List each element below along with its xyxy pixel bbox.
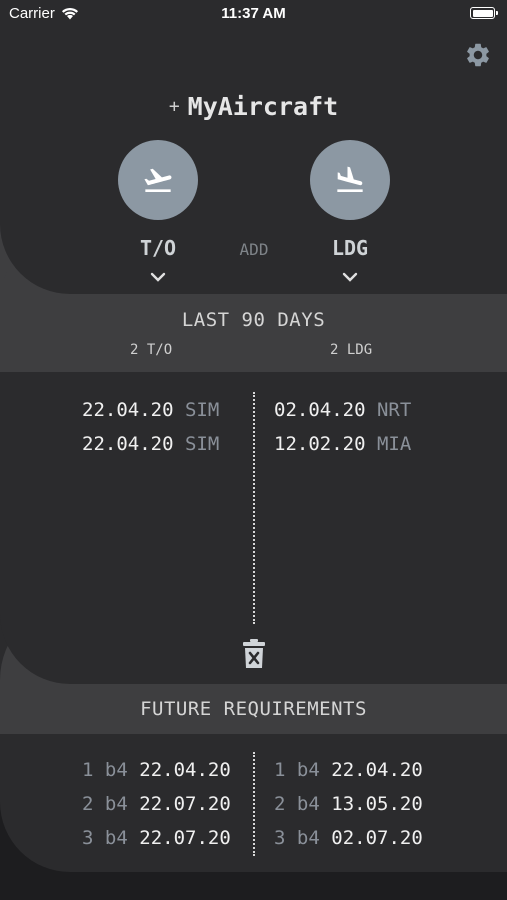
add-aircraft-icon[interactable]: + [169, 96, 180, 117]
req-index: 1 [274, 759, 286, 781]
takeoff-count: 2 T/O [130, 342, 173, 358]
list-item[interactable]: 22.04.20 SIM [82, 433, 219, 455]
req-before-label: b4 [296, 827, 320, 849]
landing-count: 2 LDG [330, 342, 373, 358]
last90-title: LAST 90 DAYS [181, 309, 326, 331]
req-index: 3 [82, 827, 94, 849]
table-row: 1 b4 22.04.20 [82, 759, 231, 781]
entry-date: 22.04.20 [82, 433, 174, 455]
takeoff-button[interactable] [118, 140, 198, 220]
aircraft-name: MyAircraft [187, 92, 339, 121]
req-before-label: b4 [104, 759, 128, 781]
req-index: 1 [82, 759, 94, 781]
flight-takeoff-icon [144, 168, 172, 192]
req-before-label: b4 [296, 793, 320, 815]
entry-tag: MIA [376, 433, 412, 455]
clock: 11:37 AM [221, 5, 286, 22]
entry-date: 22.04.20 [82, 399, 174, 421]
trash-icon[interactable] [242, 638, 266, 670]
req-date: 22.04.20 [331, 759, 423, 781]
entry-tag: NRT [376, 399, 412, 421]
landing-label[interactable]: LDG [310, 236, 390, 260]
landing-button[interactable] [310, 140, 390, 220]
table-row: 3 b4 02.07.20 [274, 827, 423, 849]
req-date: 02.07.20 [331, 827, 423, 849]
req-date: 22.07.20 [139, 827, 231, 849]
req-date: 22.07.20 [139, 793, 231, 815]
future-title: FUTURE REQUIREMENTS [140, 698, 367, 720]
battery-icon [470, 7, 498, 19]
list-item[interactable]: 22.04.20 SIM [82, 399, 219, 421]
list-item[interactable]: 12.02.20 MIA [274, 433, 411, 455]
add-label: ADD [239, 240, 269, 259]
entry-tag: SIM [184, 433, 220, 455]
history-divider [253, 392, 255, 624]
table-row: 2 b4 13.05.20 [274, 793, 423, 815]
table-row: 3 b4 22.07.20 [82, 827, 231, 849]
gear-icon[interactable] [464, 41, 492, 69]
table-row: 1 b4 22.04.20 [274, 759, 423, 781]
entry-date: 02.04.20 [274, 399, 366, 421]
req-date: 13.05.20 [331, 793, 423, 815]
req-index: 2 [274, 793, 286, 815]
req-index: 3 [274, 827, 286, 849]
req-date: 22.04.20 [139, 759, 231, 781]
entry-date: 12.02.20 [274, 433, 366, 455]
req-before-label: b4 [104, 827, 128, 849]
table-row: 2 b4 22.07.20 [82, 793, 231, 815]
req-index: 2 [82, 793, 94, 815]
aircraft-title[interactable]: + MyAircraft [0, 92, 507, 121]
entry-tag: SIM [184, 399, 220, 421]
flight-land-icon [337, 166, 363, 192]
list-item[interactable]: 02.04.20 NRT [274, 399, 411, 421]
req-before-label: b4 [104, 793, 128, 815]
future-divider [253, 752, 255, 856]
status-bar: Carrier 11:37 AM [0, 0, 507, 30]
req-before-label: b4 [296, 759, 320, 781]
landing-chevron-down-icon[interactable] [342, 272, 358, 282]
takeoff-chevron-down-icon[interactable] [150, 272, 166, 282]
takeoff-label[interactable]: T/O [118, 236, 198, 260]
